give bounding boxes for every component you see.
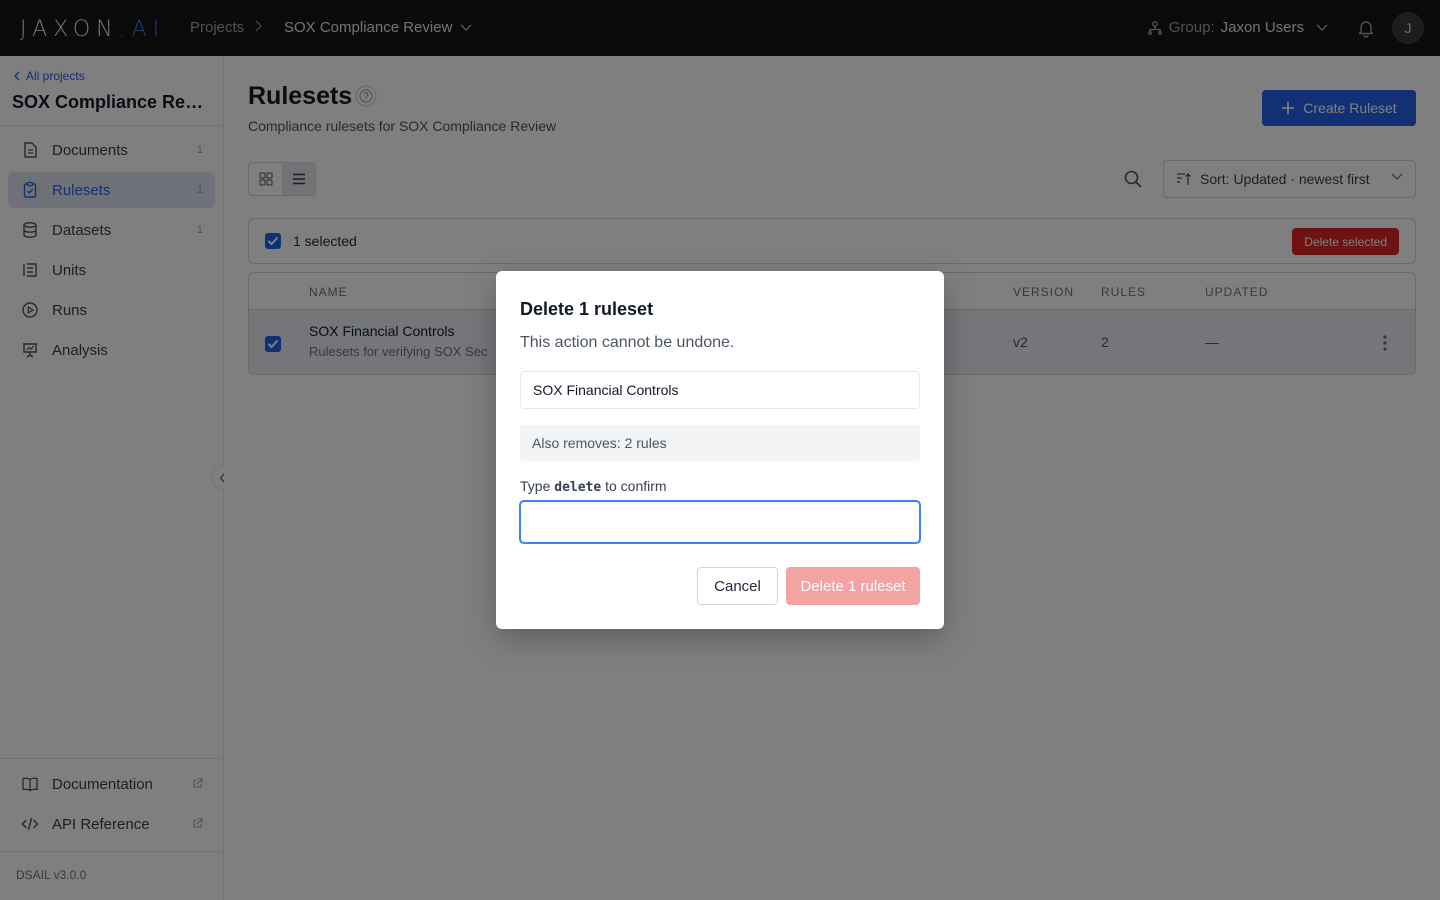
confirm-delete-button[interactable]: Delete 1 ruleset (786, 567, 920, 605)
confirm-instruction: Type delete to confirm (520, 478, 667, 495)
delete-ruleset-dialog: Delete 1 ruleset This action cannot be u… (496, 271, 944, 629)
dialog-warning: This action cannot be undone. (520, 334, 735, 351)
confirm-prefix: Type (520, 478, 551, 494)
confirm-suffix: to confirm (605, 478, 667, 494)
cascade-notice: Also removes: 2 rules (520, 425, 920, 461)
confirm-delete-input[interactable] (519, 500, 921, 544)
ruleset-to-delete: SOX Financial Controls (520, 371, 920, 409)
cancel-button[interactable]: Cancel (697, 567, 778, 605)
confirm-keyword: delete (554, 480, 602, 495)
dialog-title: Delete 1 ruleset (520, 299, 654, 319)
